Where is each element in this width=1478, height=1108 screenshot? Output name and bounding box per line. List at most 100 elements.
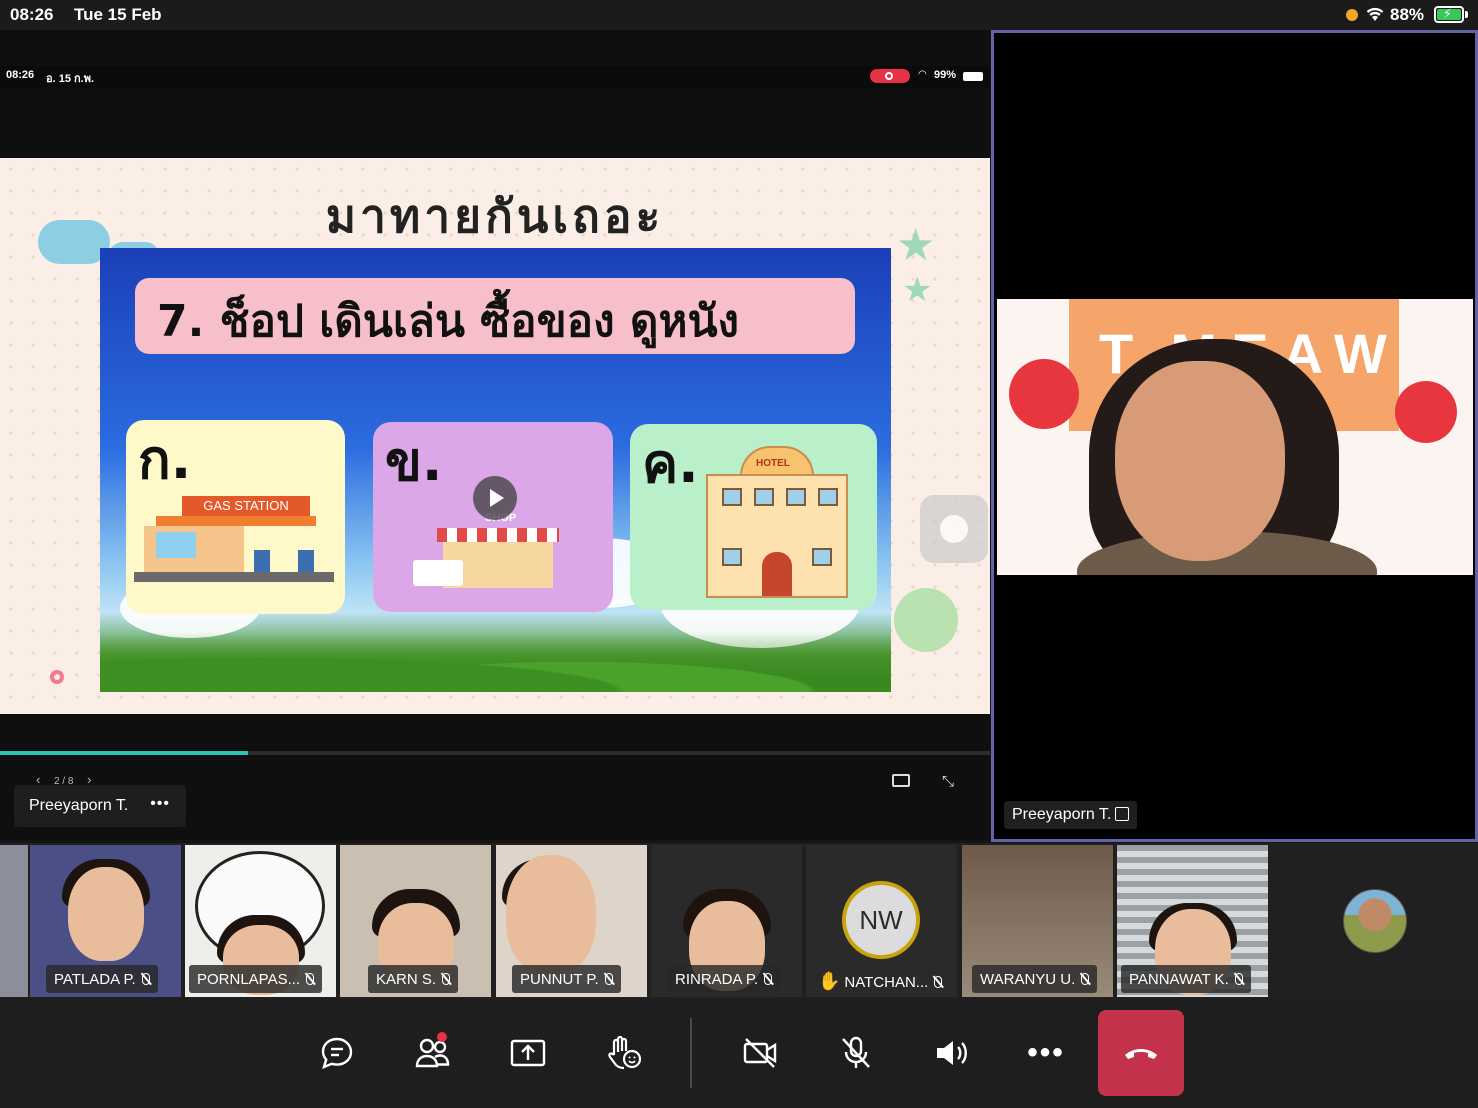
gas-station-roof (156, 516, 316, 526)
clock: 08:26 (10, 5, 54, 24)
self-avatar[interactable] (1343, 889, 1407, 953)
shared-date: อ. 15 ก.พ. (46, 73, 95, 85)
shared-wifi-icon: ◠ (918, 69, 927, 80)
camera-off-icon (743, 1038, 777, 1068)
chat-icon (321, 1037, 353, 1070)
slide-progress-fill (0, 751, 248, 755)
participant-name: PATLADA P. (46, 965, 158, 993)
mic-muted-icon (1234, 973, 1243, 985)
gas-station-sign: GAS STATION (182, 496, 310, 516)
share-screen-button[interactable] (504, 1028, 552, 1078)
participant-tile[interactable]: RINRADA P. (651, 845, 802, 997)
participant-tile[interactable]: PUNNUT P. (496, 845, 647, 997)
assistive-touch-button[interactable] (920, 495, 988, 563)
participant-initials-avatar: NW (842, 881, 920, 959)
shared-battery-icon (963, 72, 983, 81)
delivery-truck-icon (413, 560, 463, 586)
participant-name: PUNNUT P. (512, 965, 621, 993)
camera-toggle-button[interactable] (736, 1028, 784, 1078)
keyboard-icon[interactable] (892, 774, 910, 787)
choice-b-card: ข. SHOP (373, 422, 613, 612)
wifi-icon (1366, 7, 1384, 21)
exit-fullscreen-icon[interactable]: ⤡ (942, 773, 954, 790)
presenter-name: Preeyaporn T. (1012, 806, 1112, 823)
mic-off-icon (842, 1036, 870, 1068)
participant-tile[interactable]: NW ✋ NATCHAN... (806, 845, 957, 997)
more-options-icon[interactable]: ••• (150, 795, 170, 813)
choice-c-card: ค. HOTEL (630, 424, 877, 610)
presenter-video-panel[interactable]: T.MEAW (991, 30, 1478, 842)
more-actions-button[interactable]: ••• (1022, 1028, 1070, 1078)
participant-name: WARANYU U. (972, 965, 1098, 993)
shared-clock: 08:26 (6, 69, 35, 81)
shop-awning (437, 528, 559, 542)
hotel-window (818, 488, 838, 506)
participant-name: PORNLAPAS... (189, 965, 323, 993)
mic-muted-icon (934, 976, 943, 988)
hotel-window (812, 548, 832, 566)
share-screen-icon (510, 1039, 546, 1067)
mic-muted-icon (141, 973, 150, 985)
participant-tile[interactable]: PANNAWAT K. (1117, 845, 1268, 997)
mic-toggle-button[interactable] (832, 1028, 880, 1078)
ice-cream-decoration (1009, 359, 1079, 429)
system-status-bar: 08:26 Tue 15 Feb 88% ⚡ (0, 0, 1478, 30)
hotel-window (754, 488, 774, 506)
flower-decoration (894, 588, 958, 652)
star-decoration: ★ (902, 271, 933, 309)
sharer-name-label[interactable]: Preeyaporn T. ••• (14, 785, 186, 827)
battery-percent: 88% (1390, 5, 1425, 24)
choice-a-label: ก. (138, 428, 192, 491)
notification-dot (437, 1032, 447, 1042)
hotel-sign: HOTEL (756, 458, 790, 469)
hotel-window (722, 488, 742, 506)
participant-tile[interactable]: PORNLAPAS... (185, 845, 336, 997)
presenter-name-label: Preeyaporn T. (1004, 801, 1138, 829)
mic-muted-icon (306, 973, 315, 985)
mic-muted-icon (1081, 973, 1090, 985)
participant-tile-partial[interactable] (0, 845, 28, 997)
participant-name: RINRADA P. (667, 965, 781, 993)
shared-battery-percent: 99% (934, 69, 957, 81)
participant-name: KARN S. (368, 965, 459, 993)
gas-station-ground (134, 572, 334, 582)
star-decoration: ★ (896, 221, 936, 270)
hotel-window (722, 548, 742, 566)
reactions-button[interactable] (600, 1028, 648, 1078)
sharer-name: Preeyaporn T. (29, 797, 129, 814)
play-icon[interactable] (473, 476, 517, 520)
speaker-icon (937, 1041, 967, 1065)
presenter-face (1115, 361, 1285, 561)
choice-a-card: ก. GAS STATION (126, 420, 345, 614)
hotel-door (762, 552, 792, 596)
screen-record-icon (870, 69, 910, 83)
shared-device-status-bar: 08:26 อ. 15 ก.พ. ◠ 99% (0, 66, 990, 88)
date: Tue 15 Feb (74, 5, 162, 24)
leave-call-button[interactable] (1098, 1010, 1184, 1096)
battery-icon: ⚡ (1434, 6, 1464, 23)
choice-b-label: ข. (385, 430, 443, 493)
participant-name: PANNAWAT K. (1121, 965, 1251, 993)
mic-muted-icon (764, 973, 773, 985)
presentation-slide: ★ ★ มาทายกันเถอะ 7. ช็อป เดินเล่น ซื้อขอ… (0, 158, 990, 714)
participant-tile[interactable]: PATLADA P. (30, 845, 181, 997)
participants-icon (415, 1038, 450, 1068)
participant-tile[interactable]: WARANYU U. (962, 845, 1113, 997)
question-banner: 7. ช็อป เดินเล่น ซื้อของ ดูหนัง (135, 278, 855, 354)
mic-muted-icon (604, 973, 613, 985)
presenter-camera-feed: T.MEAW (997, 299, 1473, 575)
participants-button[interactable] (409, 1028, 457, 1078)
participant-tile[interactable]: KARN S. (340, 845, 491, 997)
hotel-window (786, 488, 806, 506)
pinned-presenter-icon (1115, 807, 1130, 821)
hotel-roof: HOTEL (740, 446, 814, 476)
slide-title: มาทายกันเถอะ (325, 189, 665, 243)
reactions-icon (608, 1035, 642, 1070)
ice-cream-decoration (1395, 381, 1457, 443)
chat-button[interactable] (313, 1028, 361, 1078)
gas-station-window (156, 532, 196, 558)
speaker-button[interactable] (927, 1028, 975, 1078)
battery-cap (1465, 11, 1468, 18)
participant-name: ✋ NATCHAN... (810, 965, 950, 993)
raised-hand-icon: ✋ (818, 971, 841, 991)
